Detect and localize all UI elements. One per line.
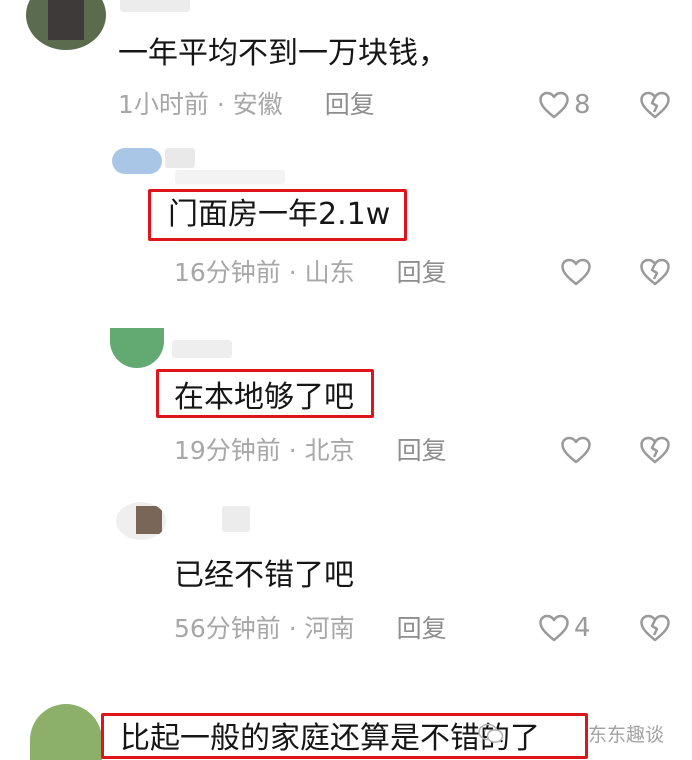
comment-meta: 56分钟前 · 河南 回复	[174, 614, 447, 644]
avatar[interactable]	[30, 704, 102, 760]
broken-heart-icon[interactable]	[639, 435, 671, 465]
comment-time-location: 19分钟前 · 北京	[174, 436, 355, 465]
comment-meta: 1小时前 · 安徽 回复	[118, 90, 375, 120]
comment-meta: 19分钟前 · 北京 回复	[174, 436, 447, 466]
reply-button[interactable]: 回复	[397, 258, 447, 287]
avatar-image	[136, 506, 162, 534]
comment-time-location: 16分钟前 · 山东	[174, 258, 355, 287]
username[interactable]	[222, 506, 250, 532]
comment-meta: 16分钟前 · 山东 回复	[174, 258, 447, 288]
reply-button[interactable]: 回复	[325, 90, 375, 119]
username[interactable]	[120, 0, 190, 12]
heart-outline-icon	[561, 436, 591, 464]
avatar[interactable]	[26, 0, 106, 50]
like-button[interactable]: 4	[538, 613, 591, 643]
avatar[interactable]	[112, 148, 162, 174]
broken-heart-icon[interactable]	[639, 257, 671, 287]
avatar[interactable]	[110, 328, 164, 368]
username[interactable]	[172, 340, 232, 358]
like-button[interactable]	[560, 257, 592, 287]
broken-heart-icon[interactable]	[639, 90, 671, 120]
highlight-box	[156, 369, 374, 418]
watermark-text: 东东趣谈	[588, 724, 665, 746]
comment-text: 一年平均不到一万块钱，	[118, 36, 448, 71]
heart-outline-icon	[539, 614, 569, 642]
broken-heart-icon[interactable]	[639, 613, 671, 643]
like-button[interactable]: 8	[538, 90, 591, 120]
comment-text: 已经不错了吧	[174, 558, 354, 593]
avatar-image	[48, 0, 84, 40]
reply-button[interactable]: 回复	[397, 614, 447, 643]
username-subtext	[175, 170, 285, 184]
wechat-logo-icon	[478, 723, 504, 743]
comment-time-location: 1小时前 · 安徽	[118, 90, 283, 119]
watermark: 东东趣谈	[478, 720, 664, 747]
username[interactable]	[165, 148, 195, 168]
like-count: 4	[574, 613, 591, 643]
like-count: 8	[574, 90, 591, 120]
reply-button[interactable]: 回复	[397, 436, 447, 465]
avatar[interactable]	[116, 502, 166, 540]
comment-time-location: 56分钟前 · 河南	[174, 614, 355, 643]
like-button[interactable]	[560, 435, 592, 465]
highlight-box	[148, 189, 407, 241]
heart-outline-icon	[539, 91, 569, 119]
heart-outline-icon	[561, 258, 591, 286]
